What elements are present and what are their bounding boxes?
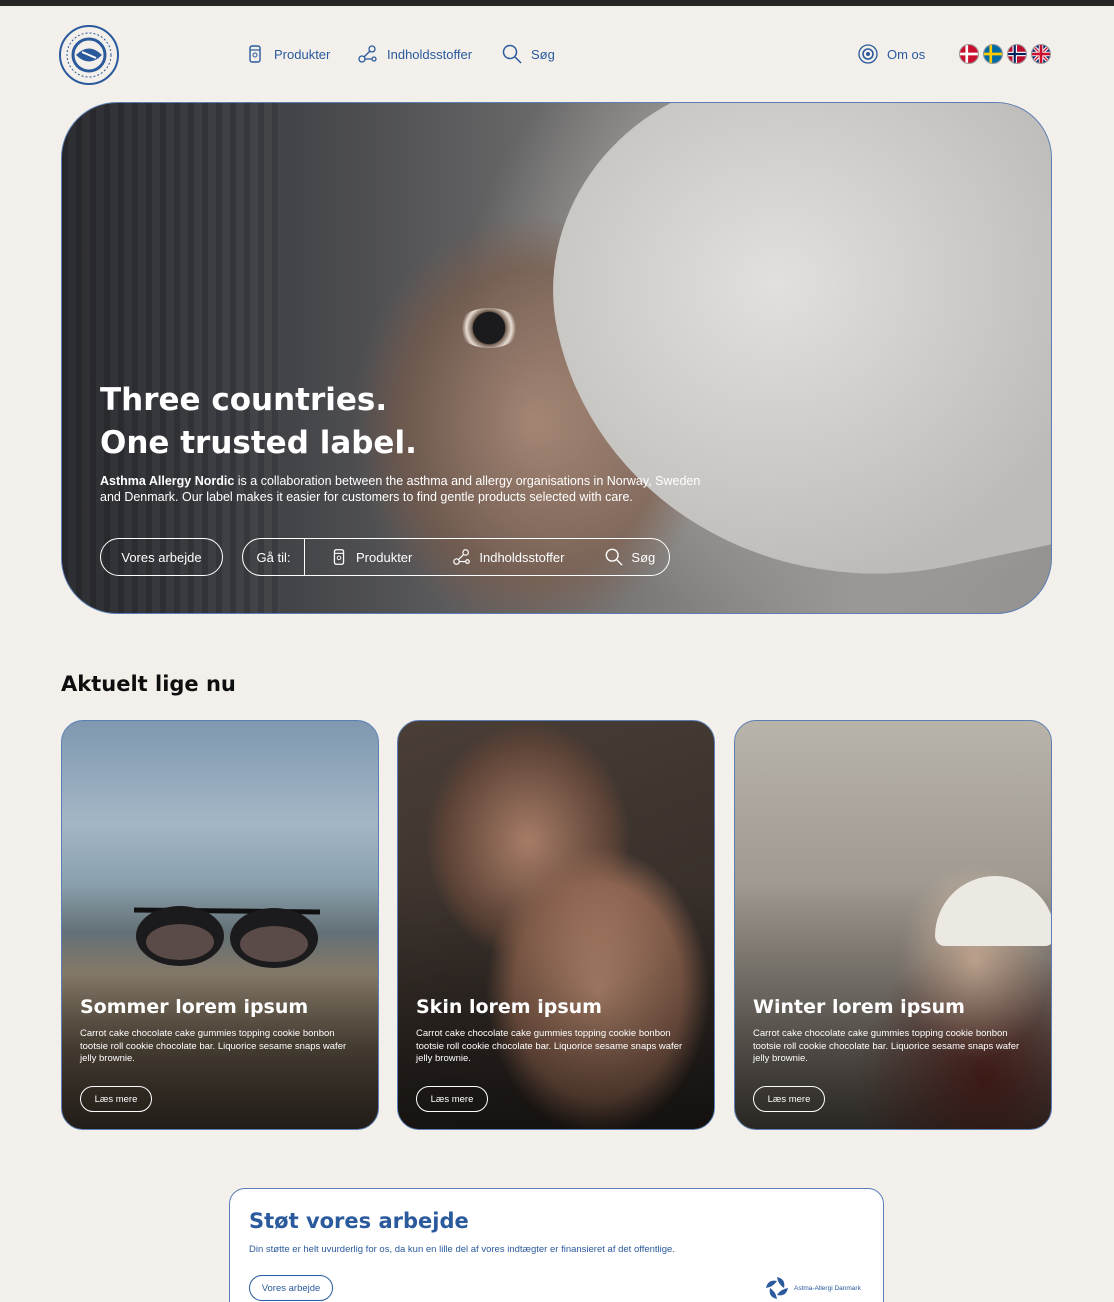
molecule-icon [358, 45, 377, 63]
molecule-icon [453, 549, 471, 565]
language-selector [959, 44, 1051, 64]
sweden-flag-icon[interactable] [983, 44, 1003, 64]
hero-title-line-2: One trusted label. [100, 425, 417, 461]
hero-banner: Three countries. One trusted label. Asth… [61, 102, 1052, 614]
nav-produkter[interactable]: Produkter [244, 42, 330, 66]
nav-produkter-label: Produkter [274, 46, 331, 62]
support-text: Din støtte er helt uvurderlig for os, da… [249, 1244, 675, 1255]
read-more-button[interactable]: Læs mere [753, 1086, 825, 1112]
nav-about[interactable]: Om os [857, 42, 925, 66]
goto-bar: Gå til: Produkter Indholdsstoffer Søg [242, 538, 670, 576]
card-text: Carrot cake chocolate cake gummies toppi… [753, 1028, 1020, 1064]
goto-label: Gå til: [243, 539, 305, 575]
astma-allergi-danmark-logo[interactable]: Astma-Allergi Danmark [764, 1275, 861, 1301]
hero-description: Asthma Allergy Nordic is a collaboration… [100, 473, 720, 505]
nav-indholdsstoffer[interactable]: Indholdsstoffer [357, 42, 472, 66]
denmark-flag-icon[interactable] [959, 44, 979, 64]
news-card-sommer[interactable]: Sommer lorem ipsum Carrot cake chocolate… [61, 720, 379, 1130]
goto-search[interactable]: Søg [604, 547, 655, 567]
card-title: Skin lorem ipsum [416, 996, 602, 1018]
vores-arbejde-button[interactable]: Vores arbejde [100, 538, 223, 576]
norway-flag-icon[interactable] [1007, 44, 1027, 64]
tube-icon [333, 549, 345, 565]
window-top-bar [0, 0, 1114, 6]
news-card-winter[interactable]: Winter lorem ipsum Carrot cake chocolate… [734, 720, 1052, 1130]
goto-indholdsstoffer-label: Indholdsstoffer [479, 549, 565, 565]
news-card-skin[interactable]: Skin lorem ipsum Carrot cake chocolate c… [397, 720, 715, 1130]
uk-flag-icon[interactable] [1031, 44, 1051, 64]
nav-search-label: Søg [531, 46, 555, 62]
support-box: Støt vores arbejde Din støtte er helt uv… [229, 1188, 884, 1302]
support-vores-arbejde-button[interactable]: Vores arbejde [249, 1275, 333, 1301]
read-more-button[interactable]: Læs mere [80, 1086, 152, 1112]
section-title-aktuelt: Aktuelt lige nu [61, 672, 236, 696]
card-overlay [398, 721, 714, 1129]
partner-logo-text: Astma-Allergi Danmark [794, 1284, 861, 1292]
swirl-logo-icon [766, 1277, 788, 1299]
sunglasses-image [133, 906, 321, 968]
card-title: Sommer lorem ipsum [80, 996, 309, 1018]
search-icon [502, 44, 522, 64]
card-text: Carrot cake chocolate cake gummies toppi… [416, 1028, 683, 1064]
card-text: Carrot cake chocolate cake gummies toppi… [80, 1028, 347, 1064]
hero-photo-baby-eye [457, 308, 521, 348]
goto-search-label: Søg [631, 549, 656, 565]
hero-content: Three countries. One trusted label. Asth… [100, 379, 720, 505]
about-seal-icon [858, 44, 878, 64]
hero-title-line-1: Three countries. [100, 382, 388, 418]
goto-produkter-label: Produkter [356, 549, 413, 565]
card-title: Winter lorem ipsum [753, 996, 965, 1018]
goto-indholdsstoffer[interactable]: Indholdsstoffer [452, 547, 564, 567]
support-title: Støt vores arbejde [249, 1209, 469, 1233]
nav-about-label: Om os [887, 46, 926, 62]
goto-produkter[interactable]: Produkter [329, 547, 412, 567]
nav-indholdsstoffer-label: Indholdsstoffer [387, 46, 473, 62]
tube-icon [249, 45, 261, 63]
hero-description-brand: Asthma Allergy Nordic [100, 474, 235, 488]
asthma-allergy-nordic-logo[interactable] [58, 24, 120, 86]
hero-title: Three countries. One trusted label. [100, 379, 720, 465]
search-icon [606, 548, 624, 566]
read-more-button[interactable]: Læs mere [416, 1086, 488, 1112]
nav-search[interactable]: Søg [501, 42, 555, 66]
